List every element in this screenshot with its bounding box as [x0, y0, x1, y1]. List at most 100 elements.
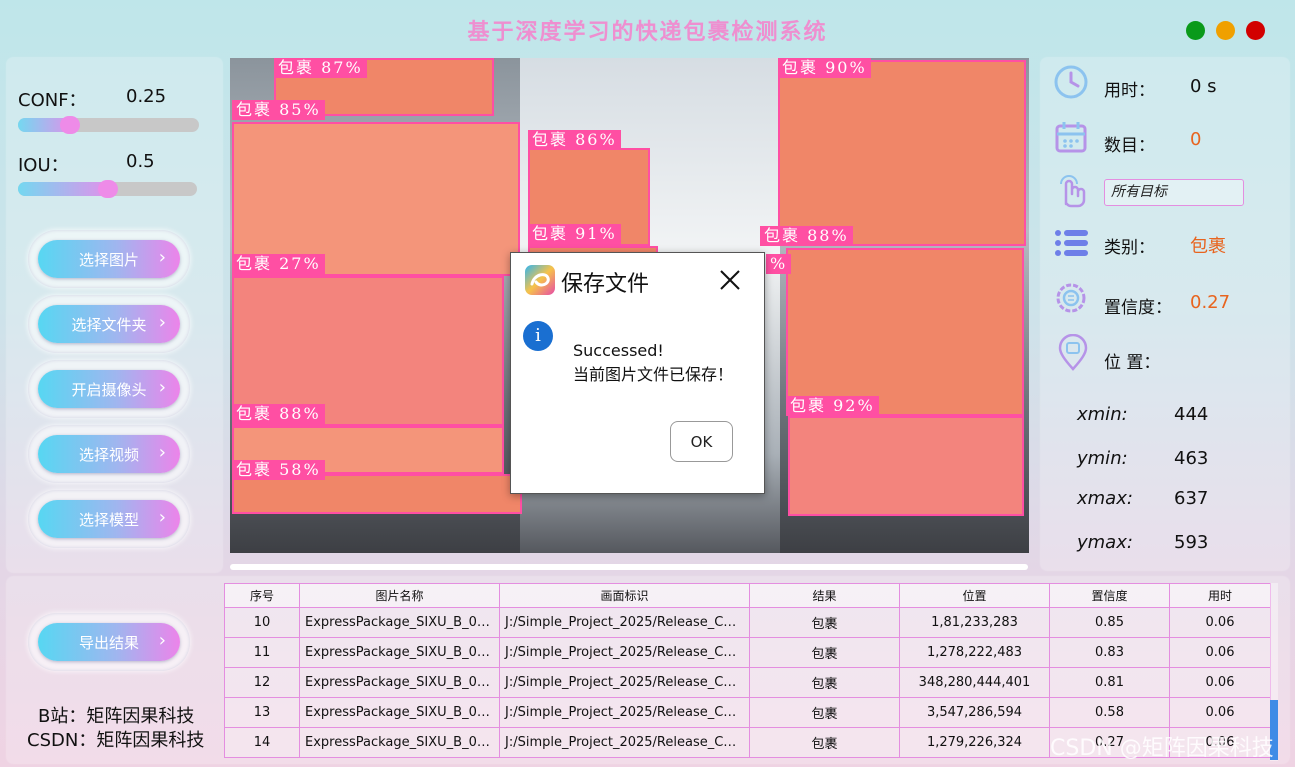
ymin-label: ymin:	[1077, 448, 1128, 469]
ymax-label: ymax:	[1077, 532, 1133, 553]
select-model-button[interactable]: 选择模型 ›	[38, 500, 180, 538]
xmax-value: 637	[1174, 488, 1209, 509]
column-header[interactable]: 置信度	[1049, 583, 1170, 608]
chevron-right-icon: ›	[158, 507, 166, 528]
detection-label: 包裹 90%	[778, 58, 871, 78]
detection-box	[232, 474, 522, 514]
select-image-button[interactable]: 选择图片 ›	[38, 240, 180, 278]
table-cell: 0.06	[1169, 697, 1271, 728]
column-header[interactable]: 图片名称	[299, 583, 500, 608]
table-row[interactable]: 13 ExpressPackage_SIXU_B_005... J:/Simpl…	[224, 697, 1271, 728]
target-select[interactable]: 所有目标	[1104, 179, 1244, 206]
detection-label: 包裹 88%	[760, 226, 853, 246]
column-header[interactable]: 位置	[899, 583, 1050, 608]
ymin-value: 463	[1174, 448, 1209, 469]
iou-slider[interactable]	[18, 180, 197, 198]
info-icon: i	[523, 321, 553, 351]
column-header[interactable]: 画面标识	[499, 583, 750, 608]
detection-box	[788, 416, 1024, 516]
count-label: 数目：	[1104, 136, 1155, 156]
dialog-message-title: Successed!	[573, 341, 664, 360]
open-camera-button[interactable]: 开启摄像头 ›	[38, 370, 180, 408]
maximize-button[interactable]	[1186, 21, 1205, 40]
select-folder-button[interactable]: 选择文件夹 ›	[38, 305, 180, 343]
table-cell: ExpressPackage_SIXU_B_005...	[299, 697, 500, 728]
count-value: 0	[1190, 129, 1202, 150]
position-label: 位 置：	[1104, 353, 1161, 373]
table-row[interactable]: 11 ExpressPackage_SIXU_B_005... J:/Simpl…	[224, 637, 1271, 668]
conf-slider[interactable]	[18, 116, 199, 134]
clock-icon	[1054, 65, 1088, 99]
chevron-right-icon: ›	[158, 377, 166, 398]
open-camera-wrap: 开启摄像头 ›	[28, 360, 190, 418]
select-video-button[interactable]: 选择视频 ›	[38, 435, 180, 473]
table-cell: J:/Simple_Project_2025/Release_Code...	[499, 727, 750, 758]
table-cell: ExpressPackage_SIXU_B_005...	[299, 607, 500, 638]
detection-label: 包裹 85%	[232, 100, 325, 120]
location-pin-icon	[1058, 334, 1088, 371]
confidence-label: 置信度：	[1104, 298, 1172, 318]
detection-label: 包裹 58%	[232, 460, 325, 480]
select-video-wrap: 选择视频 ›	[28, 425, 190, 483]
conf-slider-handle[interactable]	[60, 116, 80, 134]
select-model-wrap: 选择模型 ›	[28, 490, 190, 548]
xmin-value: 444	[1174, 404, 1209, 425]
progress-bar	[230, 564, 1028, 570]
iou-slider-handle[interactable]	[98, 180, 118, 198]
column-header[interactable]: 用时	[1169, 583, 1271, 608]
dialog-title: 保存文件	[561, 272, 650, 297]
table-cell: 10	[224, 607, 300, 638]
table-cell: 12	[224, 667, 300, 698]
close-icon[interactable]	[719, 269, 741, 291]
select-video-label: 选择视频	[78, 445, 139, 464]
table-cell: 13	[224, 697, 300, 728]
table-cell: 1,81,233,283	[899, 607, 1050, 638]
detection-box	[232, 122, 520, 276]
table-cell: 0.58	[1049, 697, 1170, 728]
table-cell: 0.83	[1049, 637, 1170, 668]
close-button[interactable]	[1246, 21, 1265, 40]
minimize-button[interactable]	[1216, 21, 1235, 40]
time-value: 0 s	[1190, 76, 1217, 97]
save-file-dialog: 保存文件 i Successed! 当前图片文件已保存！ OK	[510, 252, 765, 494]
calendar-icon	[1055, 122, 1087, 153]
export-results-button[interactable]: 导出结果 ›	[38, 623, 180, 661]
table-cell: 包裹	[749, 697, 900, 728]
app-logo-icon	[525, 265, 555, 295]
table-cell: 0.85	[1049, 607, 1170, 638]
detection-box	[786, 248, 1024, 416]
csdn-credit: CSDN：矩阵因果科技	[27, 730, 205, 751]
column-header[interactable]: 序号	[224, 583, 300, 608]
table-cell: J:/Simple_Project_2025/Release_Code...	[499, 667, 750, 698]
confidence-value: 0.27	[1190, 292, 1231, 313]
detection-label: 包裹 88%	[232, 404, 325, 424]
list-icon	[1055, 230, 1088, 256]
detection-label: 包裹 87%	[274, 58, 367, 78]
time-label: 用时：	[1104, 81, 1155, 101]
table-row[interactable]: 10 ExpressPackage_SIXU_B_005... J:/Simpl…	[224, 607, 1271, 638]
detection-label: 包裹 27%	[232, 254, 325, 274]
table-cell: 1,278,222,483	[899, 637, 1050, 668]
pointer-hand-icon	[1060, 175, 1086, 208]
select-image-label: 选择图片	[78, 250, 139, 269]
detection-box	[778, 60, 1026, 246]
table-cell: 0.81	[1049, 667, 1170, 698]
select-folder-label: 选择文件夹	[71, 315, 147, 334]
ok-button[interactable]: OK	[670, 421, 733, 462]
conf-value: 0.25	[126, 86, 167, 107]
detection-label: 包裹 91%	[528, 224, 621, 244]
table-cell: 包裹	[749, 667, 900, 698]
dialog-message-body: 当前图片文件已保存！	[573, 365, 734, 384]
column-header[interactable]: 结果	[749, 583, 900, 608]
table-row[interactable]: 12 ExpressPackage_SIXU_B_005... J:/Simpl…	[224, 667, 1271, 698]
export-results-label: 导出结果	[78, 633, 139, 652]
watermark: CSDN @矩阵因果科技	[1050, 736, 1274, 761]
table-cell: ExpressPackage_SIXU_B_005...	[299, 637, 500, 668]
table-cell: J:/Simple_Project_2025/Release_Code...	[499, 607, 750, 638]
table-cell: 包裹	[749, 607, 900, 638]
detection-label: %	[766, 254, 792, 274]
chevron-right-icon: ›	[158, 247, 166, 268]
ymax-value: 593	[1174, 532, 1209, 553]
table-cell: 3,547,286,594	[899, 697, 1050, 728]
gear-icon	[1056, 283, 1086, 313]
